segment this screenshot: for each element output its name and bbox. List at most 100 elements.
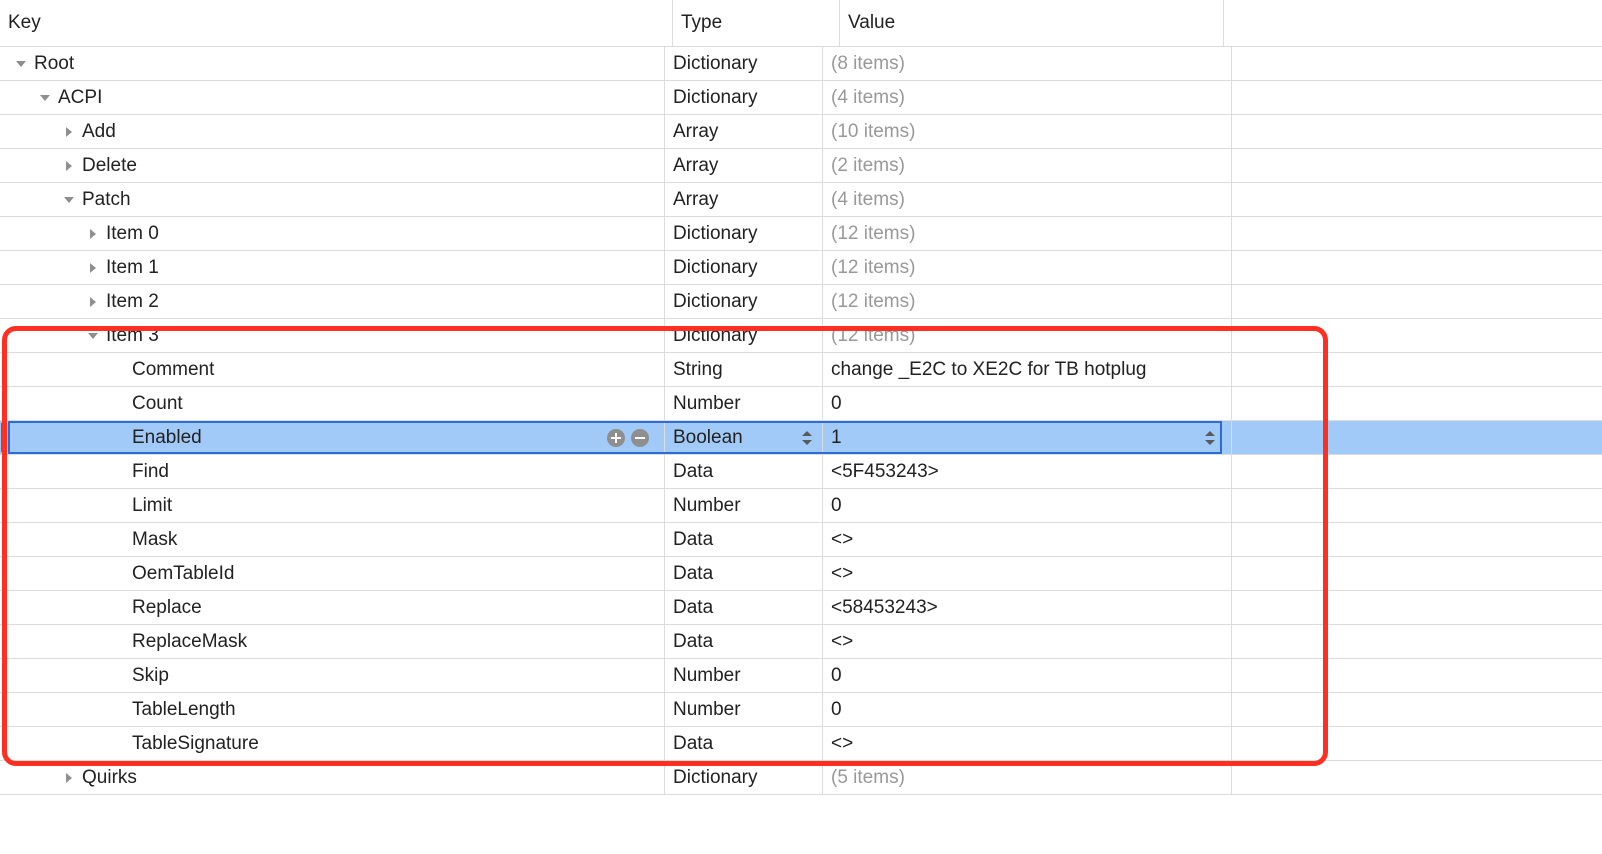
value-label: <> [831,563,853,585]
row-pad [1231,149,1602,182]
type-label: String [673,359,723,381]
table-row[interactable]: QuirksDictionary(5 items) [0,761,1602,795]
key-label: Find [132,461,169,483]
table-row[interactable]: Item 2Dictionary(12 items) [0,285,1602,319]
type-label: Array [673,121,718,143]
table-row[interactable]: OemTableIdData<> [0,557,1602,591]
value-label: <58453243> [831,597,938,619]
type-label: Data [673,631,713,653]
table-row[interactable]: CountNumber0 [0,387,1602,421]
row-pad [1231,217,1602,250]
value-label: (2 items) [831,155,905,177]
key-label: Limit [132,495,172,517]
key-label: Item 0 [106,223,159,245]
row-pad [1231,251,1602,284]
row-pad [1231,489,1602,522]
type-label: Boolean [673,427,743,449]
table-row[interactable]: LimitNumber0 [0,489,1602,523]
table-row[interactable]: ReplaceData<58453243> [0,591,1602,625]
key-label: TableLength [132,699,236,721]
chevron-right-icon[interactable] [84,293,102,311]
table-row[interactable]: Item 1Dictionary(12 items) [0,251,1602,285]
type-label: Dictionary [673,223,757,245]
type-label: Dictionary [673,767,757,789]
value-label: change _E2C to XE2C for TB hotplug [831,359,1146,381]
chevron-right-icon[interactable] [84,259,102,277]
row-pad [1231,285,1602,318]
table-row[interactable]: Delete Array (2 items) [0,149,1602,183]
key-label: Quirks [82,767,137,789]
key-label: Item 3 [106,325,159,347]
value-label: (12 items) [831,223,915,245]
chevron-right-icon[interactable] [60,157,78,175]
row-pad [1231,47,1602,80]
value-label: <> [831,733,853,755]
row-pad [1231,625,1602,658]
row-pad [1231,387,1602,420]
key-label: Comment [132,359,214,381]
chevron-down-icon[interactable] [12,55,30,73]
remove-row-button[interactable] [630,428,650,448]
value-label: 0 [831,699,842,721]
type-label: Data [673,563,713,585]
chevron-down-icon[interactable] [84,327,102,345]
table-header: Key Type Value [0,0,1602,47]
table-row[interactable]: EnabledBoolean1 [0,421,1602,455]
row-pad [1231,183,1602,216]
chevron-right-icon[interactable] [60,123,78,141]
type-stepper-icon[interactable] [800,427,814,449]
key-label: ACPI [58,87,102,109]
type-label: Number [673,393,741,415]
table-row[interactable]: Item 0 Dictionary (12 items) [0,217,1602,251]
chevron-down-icon[interactable] [36,89,54,107]
table-row[interactable]: FindData<5F453243> [0,455,1602,489]
value-label: (4 items) [831,189,905,211]
value-stepper-icon[interactable] [1203,427,1217,449]
key-label: Delete [82,155,137,177]
plist-rows: RootDictionary(8 items)ACPIDictionary(4 … [0,47,1602,795]
table-row[interactable]: TableLengthNumber0 [0,693,1602,727]
row-pad [1231,455,1602,488]
value-label: <> [831,631,853,653]
table-row[interactable]: Patch Array (4 items) [0,183,1602,217]
row-pad [1231,591,1602,624]
type-label: Array [673,155,718,177]
key-label: Count [132,393,183,415]
key-label: Patch [82,189,131,211]
type-label: Array [673,189,718,211]
table-row[interactable]: Item 3Dictionary(12 items) [0,319,1602,353]
row-pad [1231,693,1602,726]
table-row[interactable]: Mask Data <> [0,523,1602,557]
type-label: Data [673,529,713,551]
key-label: ReplaceMask [132,631,247,653]
key-label: Skip [132,665,169,687]
header-type[interactable]: Type [672,0,839,46]
value-label: 0 [831,665,842,687]
value-label: (12 items) [831,291,915,313]
row-pad [1231,557,1602,590]
table-row[interactable]: ACPIDictionary(4 items) [0,81,1602,115]
key-label: Mask [132,529,177,551]
type-label: Dictionary [673,257,757,279]
table-row[interactable]: Skip Number 0 [0,659,1602,693]
value-label: <5F453243> [831,461,939,483]
chevron-right-icon[interactable] [60,769,78,787]
header-key[interactable]: Key [0,0,672,46]
table-row[interactable]: Comment String change _E2C to XE2C for TB … [0,353,1602,387]
value-label: <> [831,529,853,551]
value-label: (12 items) [831,257,915,279]
row-pad [1231,319,1602,352]
chevron-right-icon[interactable] [84,225,102,243]
table-row[interactable]: ReplaceMask Data <> [0,625,1602,659]
key-label: TableSignature [132,733,259,755]
key-label: Enabled [132,427,202,449]
add-row-button[interactable] [606,428,626,448]
row-pad [1231,761,1602,794]
table-row[interactable]: RootDictionary(8 items) [0,47,1602,81]
row-pad [1231,353,1602,386]
chevron-down-icon[interactable] [60,191,78,209]
table-row[interactable]: TableSignatureData<> [0,727,1602,761]
header-value[interactable]: Value [839,0,1223,46]
table-row[interactable]: AddArray(10 items) [0,115,1602,149]
type-label: Number [673,665,741,687]
